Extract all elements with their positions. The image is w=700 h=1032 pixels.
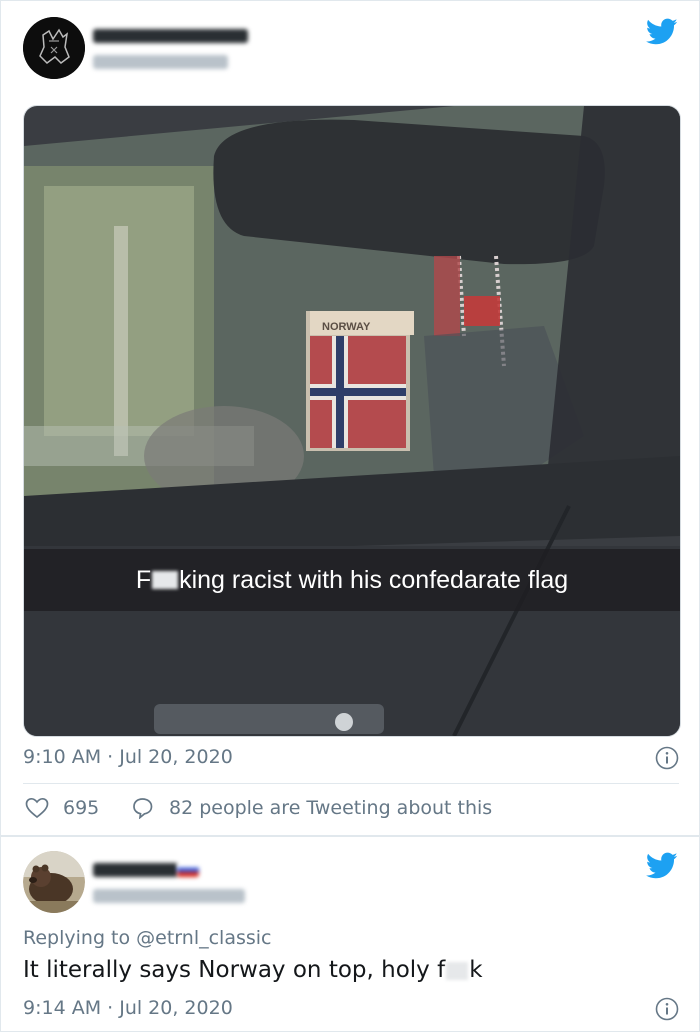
heart-icon[interactable] — [25, 797, 49, 819]
censor-blur — [446, 961, 469, 980]
flag-emoji-redacted — [177, 863, 199, 877]
reply-tweet-card: Replying to @etrnl_classic It literally … — [0, 836, 700, 1032]
divider — [23, 783, 679, 784]
tweet-photo[interactable]: NORWAY Fking racist with his confedarate… — [23, 105, 681, 737]
tweet-card: NORWAY Fking racist with his confedarate… — [0, 0, 700, 836]
tweeting-about-link[interactable]: 82 people are Tweeting about this — [131, 797, 492, 819]
caption-prefix: F — [135, 565, 152, 594]
replying-to-line: Replying to @etrnl_classic — [23, 927, 272, 949]
handle-redacted[interactable] — [93, 889, 245, 903]
flag-label: NORWAY — [322, 321, 371, 333]
avatar[interactable] — [23, 17, 85, 79]
replying-handle-link[interactable]: @etrnl_classic — [136, 927, 271, 949]
display-name-redacted[interactable] — [93, 863, 178, 877]
info-icon[interactable] — [655, 746, 679, 770]
handle-redacted[interactable] — [93, 55, 228, 69]
censor-blur — [152, 571, 179, 589]
comment-icon[interactable] — [131, 797, 155, 819]
tweet-timestamp[interactable]: 9:14 AM · Jul 20, 2020 — [23, 997, 233, 1019]
avatar[interactable] — [23, 851, 85, 913]
reply-text: It literally says Norway on top, holy f k — [23, 957, 483, 983]
twitter-bird-icon[interactable] — [646, 852, 678, 880]
tweet-timestamp[interactable]: 9:10 AM · Jul 20, 2020 — [23, 746, 233, 768]
tweeting-about-text: 82 people are Tweeting about this — [169, 797, 493, 819]
avatar-image — [23, 17, 85, 79]
avatar-image — [23, 851, 85, 913]
snapchat-caption: Fking racist with his confedarate flag — [24, 549, 680, 611]
display-name-redacted[interactable] — [93, 29, 248, 43]
caption-suffix: king racist with his confedarate flag — [179, 565, 569, 594]
like-count: 695 — [63, 797, 100, 819]
reply-text-prefix: It literally says Norway on top, holy f — [23, 957, 446, 983]
car-window-scene: NORWAY — [24, 106, 680, 736]
like-action[interactable]: 695 — [25, 797, 99, 819]
twitter-bird-icon[interactable] — [646, 18, 678, 46]
info-icon[interactable] — [655, 997, 679, 1021]
replying-label: Replying to — [23, 927, 137, 949]
reply-text-suffix: k — [469, 957, 483, 983]
